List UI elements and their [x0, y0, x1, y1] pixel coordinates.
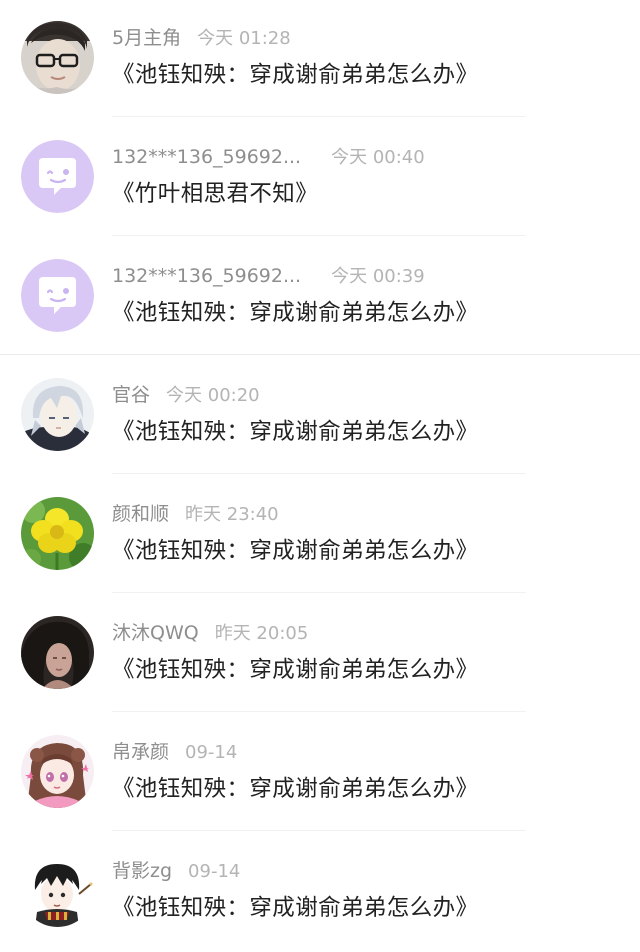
- timestamp: 今天 00:40: [331, 147, 425, 168]
- comment-item[interactable]: 132***136_59692... 今天 00:40 《竹叶相思君不知》: [0, 119, 640, 238]
- avatar-anime-boy-scarf-icon: [21, 854, 94, 927]
- avatar-dark-portrait-icon: [21, 616, 94, 689]
- username[interactable]: 官谷: [112, 381, 150, 409]
- avatar-yellow-flower-icon: [21, 497, 94, 570]
- avatar[interactable]: [21, 854, 94, 927]
- comment-list: 5月主角 今天 01:28 《池钰知殃：穿成谢俞弟弟怎么办》 132***136_…: [0, 0, 640, 943]
- avatar[interactable]: [21, 259, 94, 332]
- timestamp: 今天 00:39: [331, 266, 425, 287]
- username[interactable]: 颜和顺: [112, 500, 169, 528]
- chat-bubble-icon: [21, 259, 94, 332]
- username[interactable]: 背影zg: [112, 857, 172, 885]
- comment-item[interactable]: 沐沐QWQ 昨天 20:05 《池钰知殃：穿成谢俞弟弟怎么办》: [0, 595, 640, 714]
- comment-item[interactable]: 5月主角 今天 01:28 《池钰知殃：穿成谢俞弟弟怎么办》: [0, 0, 640, 119]
- avatar[interactable]: [21, 616, 94, 689]
- comment-meta: 帛承颜 09-14: [112, 738, 237, 766]
- comment-meta: 沐沐QWQ 昨天 20:05: [112, 619, 308, 647]
- username[interactable]: 132***136_59692...: [112, 262, 301, 290]
- comment-content[interactable]: 《池钰知殃：穿成谢俞弟弟怎么办》: [112, 295, 478, 331]
- divider: [112, 711, 526, 712]
- timestamp: 昨天 23:40: [185, 504, 279, 525]
- avatar-anime-girl-pink-icon: [21, 735, 94, 808]
- comment-content[interactable]: 《池钰知殃：穿成谢俞弟弟怎么办》: [112, 533, 478, 569]
- chat-bubble-icon: [21, 140, 94, 213]
- comment-content[interactable]: 《池钰知殃：穿成谢俞弟弟怎么办》: [112, 890, 478, 926]
- comment-item[interactable]: 帛承颜 09-14 《池钰知殃：穿成谢俞弟弟怎么办》: [0, 714, 640, 833]
- comment-meta: 132***136_59692... 今天 00:39: [112, 262, 425, 290]
- divider: [0, 354, 640, 355]
- comment-content[interactable]: 《竹叶相思君不知》: [112, 176, 318, 212]
- divider: [112, 473, 526, 474]
- comment-item[interactable]: 背影zg 09-14 《池钰知殃：穿成谢俞弟弟怎么办》: [0, 833, 640, 952]
- avatar-anime-silver-hair-icon: [21, 378, 94, 451]
- timestamp: 09-14: [188, 861, 241, 882]
- avatar-glasses-photo-icon: [21, 21, 94, 94]
- avatar[interactable]: [21, 735, 94, 808]
- username[interactable]: 沐沐QWQ: [112, 619, 199, 647]
- comment-meta: 颜和顺 昨天 23:40: [112, 500, 279, 528]
- username[interactable]: 132***136_59692...: [112, 143, 301, 171]
- comment-content[interactable]: 《池钰知殃：穿成谢俞弟弟怎么办》: [112, 652, 478, 688]
- avatar[interactable]: [21, 21, 94, 94]
- timestamp: 09-14: [185, 742, 238, 763]
- username[interactable]: 5月主角: [112, 24, 181, 52]
- comment-item[interactable]: 官谷 今天 00:20 《池钰知殃：穿成谢俞弟弟怎么办》: [0, 357, 640, 476]
- divider: [112, 830, 526, 831]
- avatar[interactable]: [21, 140, 94, 213]
- comment-meta: 官谷 今天 00:20: [112, 381, 260, 409]
- comment-meta: 背影zg 09-14: [112, 857, 240, 885]
- comment-content[interactable]: 《池钰知殃：穿成谢俞弟弟怎么办》: [112, 57, 478, 93]
- divider: [112, 116, 526, 117]
- comment-content[interactable]: 《池钰知殃：穿成谢俞弟弟怎么办》: [112, 414, 478, 450]
- comment-item[interactable]: 132***136_59692... 今天 00:39 《池钰知殃：穿成谢俞弟弟怎…: [0, 238, 640, 357]
- comment-content[interactable]: 《池钰知殃：穿成谢俞弟弟怎么办》: [112, 771, 478, 807]
- divider: [112, 592, 526, 593]
- username[interactable]: 帛承颜: [112, 738, 169, 766]
- avatar[interactable]: [21, 378, 94, 451]
- comment-meta: 5月主角 今天 01:28: [112, 24, 291, 52]
- divider: [112, 235, 526, 236]
- timestamp: 今天 01:28: [197, 28, 291, 49]
- comment-item[interactable]: 颜和顺 昨天 23:40 《池钰知殃：穿成谢俞弟弟怎么办》: [0, 476, 640, 595]
- comment-meta: 132***136_59692... 今天 00:40: [112, 143, 425, 171]
- avatar[interactable]: [21, 497, 94, 570]
- timestamp: 昨天 20:05: [214, 623, 309, 644]
- timestamp: 今天 00:20: [166, 385, 260, 406]
